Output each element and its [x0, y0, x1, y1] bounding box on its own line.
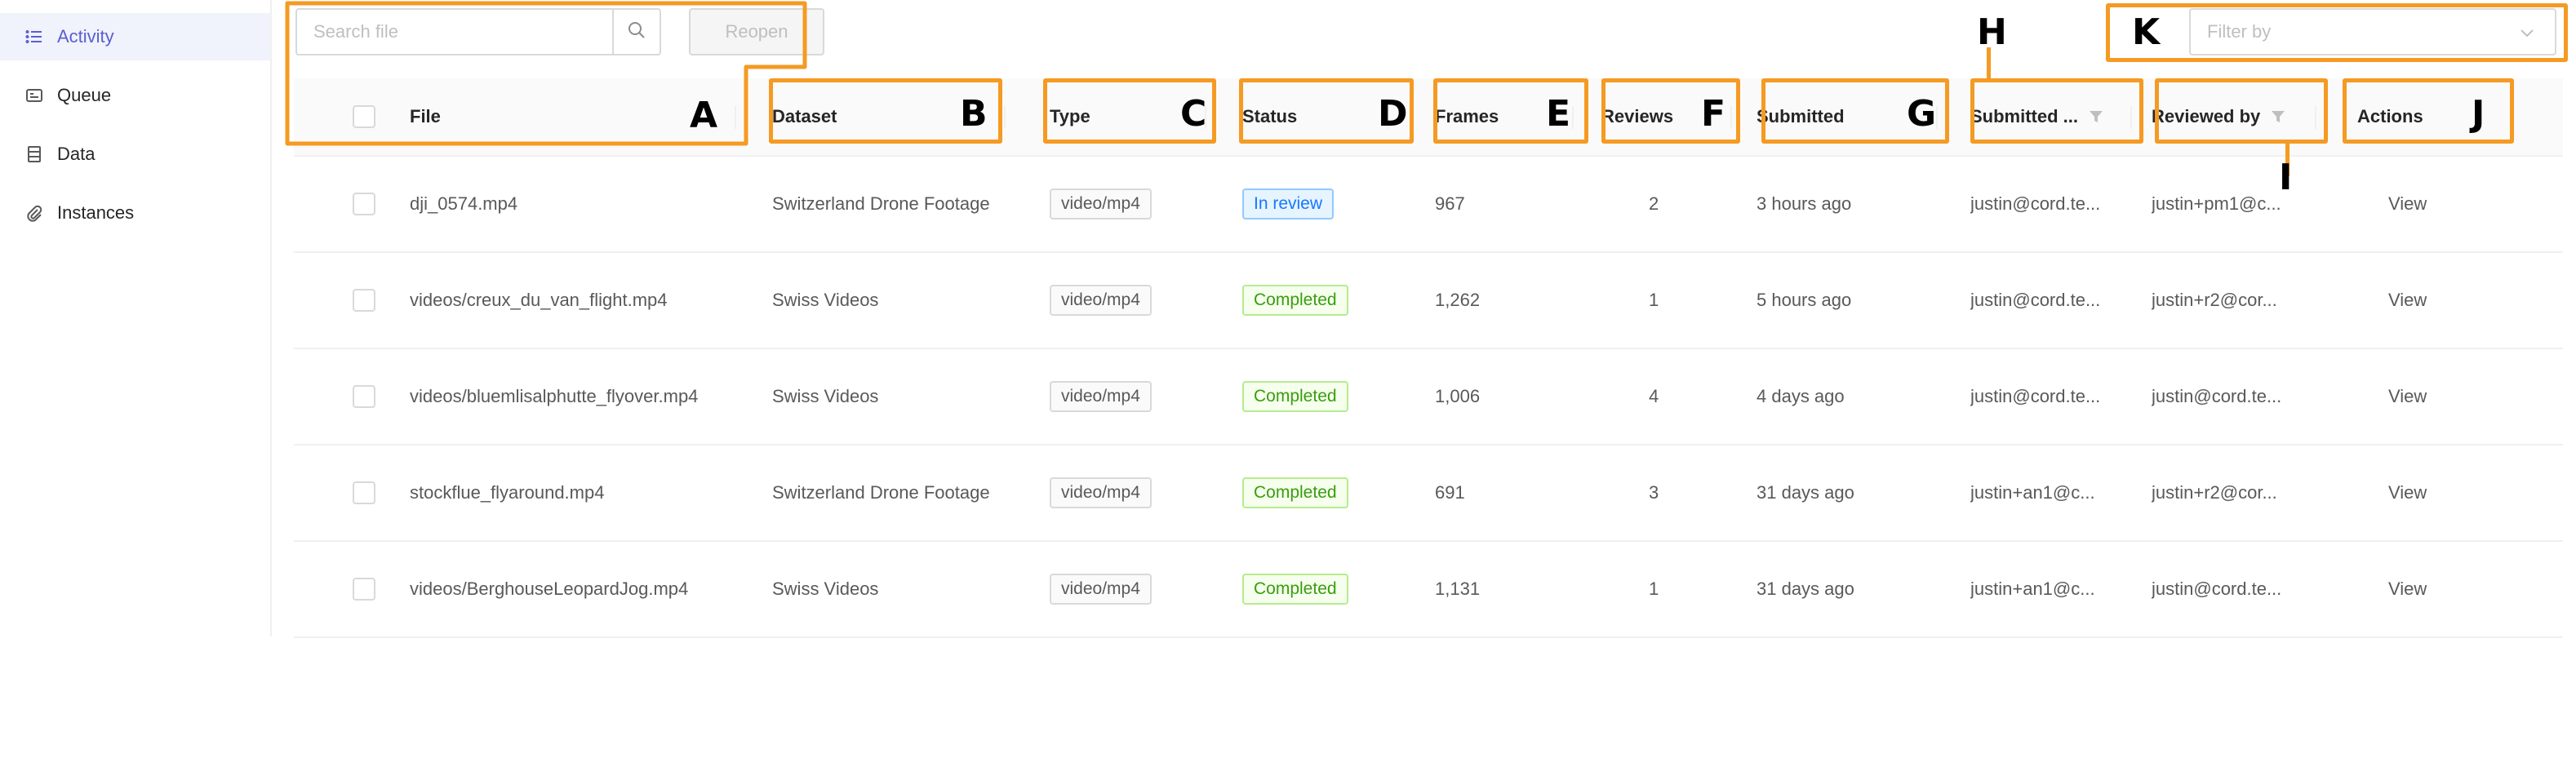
annotation-outline-a	[285, 1, 807, 146]
